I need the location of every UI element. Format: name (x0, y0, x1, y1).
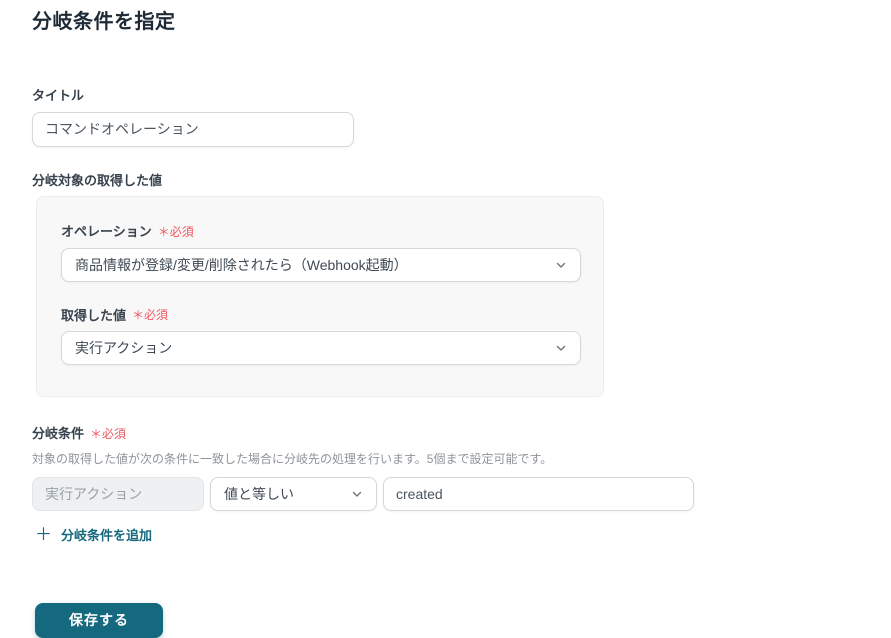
operation-label-text: オペレーション (61, 224, 152, 240)
acquired-value-select[interactable]: 実行アクション (61, 331, 581, 366)
condition-row: 値と等しい (32, 476, 859, 511)
acquired-value-field-group: 取得した値 ＊必須 実行アクション (61, 308, 581, 366)
acquired-value-required-badge: ＊必須 (132, 308, 169, 323)
condition-operator-select[interactable]: 値と等しい (210, 476, 377, 511)
acquired-value-select-value: 実行アクション (75, 340, 173, 357)
condition-value-input[interactable] (383, 476, 694, 511)
target-section: 分岐対象の取得した値 オペレーション ＊必須 商品情報が登録/変更/削除されたら… (32, 173, 859, 398)
operation-required-badge: ＊必須 (157, 224, 194, 239)
chevron-down-icon (351, 488, 363, 500)
condition-target-value-input (32, 476, 204, 511)
add-condition-button[interactable]: ＋ 分岐条件を追加 (35, 525, 152, 544)
save-button[interactable]: 保存する (35, 602, 163, 638)
condition-label-text: 分岐条件 (32, 426, 85, 442)
operation-label: オペレーション ＊必須 (61, 224, 579, 240)
condition-section: 分岐条件 ＊必須 対象の取得した値が次の条件に一致した場合に分岐先の処理を行いま… (32, 426, 859, 545)
add-condition-label: 分岐条件を追加 (61, 527, 153, 543)
title-field-group: タイトル (32, 88, 859, 147)
chevron-down-icon (555, 342, 567, 354)
condition-section-label: 分岐条件 ＊必須 (32, 426, 859, 442)
acquired-value-label: 取得した値 ＊必須 (61, 308, 579, 324)
page-title: 分岐条件を指定 (32, 11, 176, 33)
title-input[interactable] (32, 111, 354, 147)
condition-description: 対象の取得した値が次の条件に一致した場合に分岐先の処理を行います。5個まで設定可… (32, 451, 553, 466)
acquired-value-label-text: 取得した値 (61, 307, 127, 323)
target-card: オペレーション ＊必須 商品情報が登録/変更/削除されたら（Webhook起動）… (36, 196, 604, 398)
condition-required-badge: ＊必須 (90, 426, 127, 441)
operation-select-value: 商品情報が登録/変更/削除されたら（Webhook起動） (75, 256, 408, 273)
operation-field-group: オペレーション ＊必須 商品情報が登録/変更/削除されたら（Webhook起動） (61, 224, 581, 282)
branch-condition-page: 分岐条件を指定 タイトル 分岐対象の取得した値 オペレーション ＊必須 商品情報… (0, 0, 891, 638)
plus-icon: ＋ (35, 524, 52, 544)
target-section-label: 分岐対象の取得した値 (32, 172, 163, 188)
operation-select[interactable]: 商品情報が登録/変更/削除されたら（Webhook起動） (61, 247, 581, 282)
chevron-down-icon (555, 259, 567, 271)
title-field-label: タイトル (32, 88, 85, 103)
condition-operator-select-value: 値と等しい (224, 485, 294, 502)
